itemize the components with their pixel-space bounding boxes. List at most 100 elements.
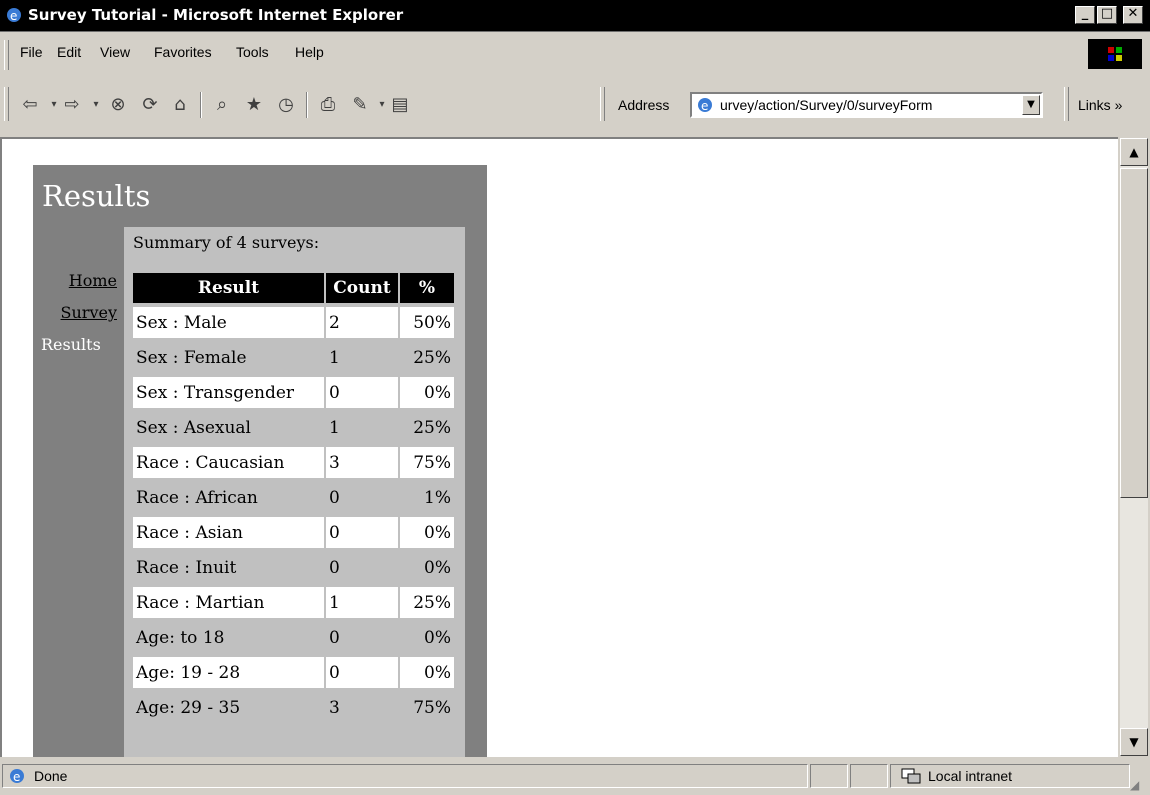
nav-survey-link[interactable]: Survey: [61, 303, 117, 322]
discuss-icon[interactable]: ▤: [390, 95, 410, 115]
title-bar: e Survey Tutorial - Microsoft Internet E…: [0, 0, 1150, 32]
table-row: Age: 19 - 28 0 0%: [133, 657, 454, 688]
zone-text: Local intranet: [928, 768, 1013, 784]
row-percent: 0%: [400, 517, 454, 548]
resize-grip-icon[interactable]: ◢: [1130, 778, 1139, 792]
page-content: Results Home Survey Results Summary of 4…: [0, 137, 1118, 757]
row-result: Race : Martian: [133, 587, 324, 618]
row-result: Sex : Asexual: [133, 412, 324, 443]
table-row: Age: 29 - 35 3 75%: [133, 692, 454, 723]
row-count: 1: [326, 412, 398, 443]
address-grip: [600, 87, 605, 121]
menu-tools[interactable]: Tools: [236, 44, 269, 60]
menu-view[interactable]: View: [100, 44, 130, 60]
table-row: Race : Caucasian 3 75%: [133, 447, 454, 478]
row-result: Race : Inuit: [133, 552, 324, 583]
header-percent: %: [400, 273, 454, 303]
address-dropdown-icon[interactable]: ▼: [1022, 95, 1040, 115]
status-panel: [850, 764, 888, 788]
scroll-up-icon[interactable]: ▲: [1120, 138, 1148, 166]
status-panel: [810, 764, 848, 788]
minimize-button[interactable]: _: [1075, 6, 1095, 24]
favorites-icon[interactable]: ★: [244, 95, 264, 115]
history-icon[interactable]: ◷: [276, 95, 296, 115]
page-icon: e: [696, 96, 714, 118]
edit-dropdown-icon[interactable]: ▾: [372, 95, 392, 115]
search-icon[interactable]: ⌕: [212, 95, 232, 115]
menu-edit[interactable]: Edit: [57, 44, 81, 60]
row-percent: 25%: [400, 342, 454, 373]
menu-help[interactable]: Help: [295, 44, 324, 60]
row-percent: 0%: [400, 622, 454, 653]
toolbar: ⇦ ▾ ⇨ ▾ ⊗ ⟳ ⌂ ⌕ ★ ◷ ⎙ ✎ ▾ ▤ Address e ur…: [0, 75, 1150, 135]
row-count: 3: [326, 447, 398, 478]
table-row: Sex : Asexual 1 25%: [133, 412, 454, 443]
row-result: Race : African: [133, 482, 324, 513]
row-result: Sex : Transgender: [133, 377, 324, 408]
row-result: Race : Asian: [133, 517, 324, 548]
svg-text:e: e: [701, 99, 708, 113]
home-icon[interactable]: ⌂: [170, 95, 190, 115]
row-count: 2: [326, 307, 398, 338]
address-input[interactable]: e urvey/action/Survey/0/surveyForm ▼: [690, 92, 1043, 118]
table-row: Race : African 0 1%: [133, 482, 454, 513]
back-dropdown-icon[interactable]: ▾: [44, 95, 64, 115]
header-count: Count: [326, 273, 398, 303]
stop-icon[interactable]: ⊗: [108, 95, 128, 115]
address-label: Address: [618, 97, 670, 113]
results-panel: Results Home Survey Results Summary of 4…: [33, 165, 487, 757]
links-button[interactable]: Links »: [1078, 97, 1122, 113]
maximize-button[interactable]: □: [1097, 6, 1117, 24]
row-result: Race : Caucasian: [133, 447, 324, 478]
row-result: Age: 19 - 28: [133, 657, 324, 688]
address-value[interactable]: urvey/action/Survey/0/surveyForm: [720, 97, 932, 113]
edit-icon[interactable]: ✎: [350, 95, 370, 115]
row-count: 1: [326, 587, 398, 618]
status-text: Done: [34, 768, 68, 784]
svg-text:e: e: [10, 9, 17, 23]
table-row: Sex : Transgender 0 0%: [133, 377, 454, 408]
print-icon[interactable]: ⎙: [318, 95, 338, 115]
refresh-icon[interactable]: ⟳: [140, 95, 160, 115]
row-percent: 0%: [400, 552, 454, 583]
forward-dropdown-icon[interactable]: ▾: [86, 95, 106, 115]
scroll-down-icon[interactable]: ▼: [1120, 728, 1148, 756]
table-row: Race : Martian 1 25%: [133, 587, 454, 618]
toolbar-grip: [4, 87, 9, 121]
row-result: Sex : Male: [133, 307, 324, 338]
row-count: 0: [326, 622, 398, 653]
forward-icon[interactable]: ⇨: [62, 95, 82, 115]
ie-icon: e: [6, 7, 22, 23]
row-result: Sex : Female: [133, 342, 324, 373]
menu-file[interactable]: File: [20, 44, 43, 60]
row-count: 0: [326, 482, 398, 513]
nav-home-link[interactable]: Home: [69, 271, 117, 290]
menu-favorites[interactable]: Favorites: [154, 44, 212, 60]
row-percent: 25%: [400, 412, 454, 443]
row-count: 3: [326, 692, 398, 723]
row-percent: 0%: [400, 657, 454, 688]
status-main-panel: [2, 764, 808, 788]
scroll-thumb[interactable]: [1120, 168, 1148, 498]
vertical-scrollbar[interactable]: ▲ ▼: [1120, 138, 1148, 756]
row-count: 0: [326, 657, 398, 688]
close-button[interactable]: ✕: [1123, 6, 1143, 24]
back-icon[interactable]: ⇦: [20, 95, 40, 115]
row-percent: 50%: [400, 307, 454, 338]
row-result: Age: to 18: [133, 622, 324, 653]
nav-menu: Home Survey: [33, 271, 117, 391]
row-result: Age: 29 - 35: [133, 692, 324, 723]
status-bar: e Done Local intranet ◢: [0, 758, 1150, 795]
row-count: 0: [326, 377, 398, 408]
windows-logo-icon: [1088, 39, 1142, 69]
table-row: Sex : Female 1 25%: [133, 342, 454, 373]
menu-grip: [4, 40, 9, 70]
row-percent: 1%: [400, 482, 454, 513]
row-percent: 75%: [400, 692, 454, 723]
row-count: 0: [326, 552, 398, 583]
results-box: Summary of 4 surveys: Result Count % Sex…: [124, 227, 465, 757]
svg-text:e: e: [13, 770, 20, 784]
row-percent: 75%: [400, 447, 454, 478]
nav-results-current: Results: [41, 335, 101, 354]
menu-bar: File Edit View Favorites Tools Help: [0, 36, 1150, 74]
